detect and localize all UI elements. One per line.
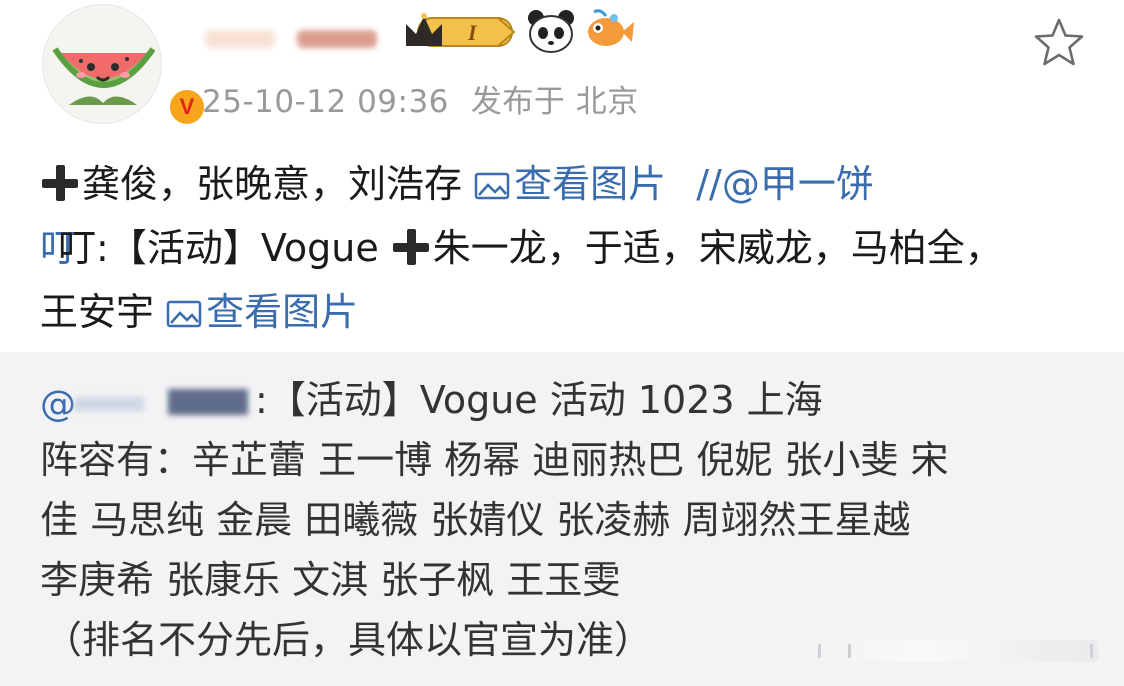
post-names-3: 王安宇 bbox=[40, 290, 155, 334]
post-body: 龚俊，张晚意，刘浩存 查看图片 //@甲一饼 叮叮:【活动】Vogue 朱一龙，… bbox=[40, 152, 1100, 344]
post-timestamp: 25-10-12 09:36 bbox=[202, 84, 449, 120]
lineup-line-1: 阵容有：辛芷蕾 王一博 杨幂 迪丽热巴 倪妮 张小斐 宋 bbox=[40, 438, 949, 482]
post-location: 发布于 北京 bbox=[470, 84, 639, 120]
post-line-1: 龚俊，张晚意，刘浩存 查看图片 //@甲一饼 bbox=[40, 152, 1100, 216]
username-redacted[interactable] bbox=[205, 16, 390, 56]
repost-title-line: @ :【活动】Vogue 活动 1023 上海 bbox=[40, 370, 1100, 430]
panda-badge-icon bbox=[528, 10, 574, 53]
lineup-line-3: 李庚希 张康乐 文淇 张子枫 王玉雯 bbox=[40, 558, 621, 602]
repost-title: :【活动】Vogue 活动 1023 上海 bbox=[255, 378, 823, 422]
repost-card[interactable]: @ :【活动】Vogue 活动 1023 上海 阵容有：辛芷蕾 王一博 杨幂 迪… bbox=[0, 352, 1124, 686]
mention-link[interactable]: //@甲一饼 bbox=[696, 162, 874, 206]
image-icon bbox=[474, 172, 510, 200]
post-line-2: 叮叮:【活动】Vogue 朱一龙，于适，宋威龙，马柏全， bbox=[40, 216, 1100, 280]
lineup-line-2: 佳 马思纯 金晨 田曦薇 张婧仪 张凌赫 周翊然王星越 bbox=[40, 498, 911, 542]
crown-level-badge-icon: I bbox=[406, 13, 516, 47]
scroll-indicator bbox=[808, 640, 1098, 662]
activity-prefix: 叮:【活动】Vogue bbox=[58, 226, 379, 270]
svg-text:I: I bbox=[467, 20, 478, 45]
fish-badge-icon bbox=[588, 9, 634, 46]
post-names-2: 朱一龙，于适，宋威龙，马柏全， bbox=[432, 226, 1003, 270]
post-names-1: 龚俊，张晚意，刘浩存 bbox=[82, 162, 463, 206]
post-meta: 25-10-12 09:36 发布于 北京 bbox=[202, 76, 661, 121]
avatar[interactable]: V bbox=[42, 4, 207, 127]
favorite-star-icon[interactable] bbox=[1032, 16, 1086, 70]
image-icon bbox=[166, 300, 202, 328]
plus-icon bbox=[391, 227, 431, 267]
verified-badge-icon: V bbox=[167, 87, 207, 127]
view-image-link[interactable]: 查看图片 bbox=[474, 162, 666, 206]
watermelon-avatar-icon bbox=[52, 47, 155, 105]
repost-username-redacted[interactable]: @ bbox=[40, 381, 255, 425]
repost-text: @ :【活动】Vogue 活动 1023 上海 阵容有：辛芷蕾 王一博 杨幂 迪… bbox=[40, 370, 1100, 670]
view-image-link-2[interactable]: 查看图片 bbox=[166, 290, 358, 334]
post-line-3: 王安宇 查看图片 bbox=[40, 280, 1100, 344]
plus-icon bbox=[40, 163, 80, 203]
